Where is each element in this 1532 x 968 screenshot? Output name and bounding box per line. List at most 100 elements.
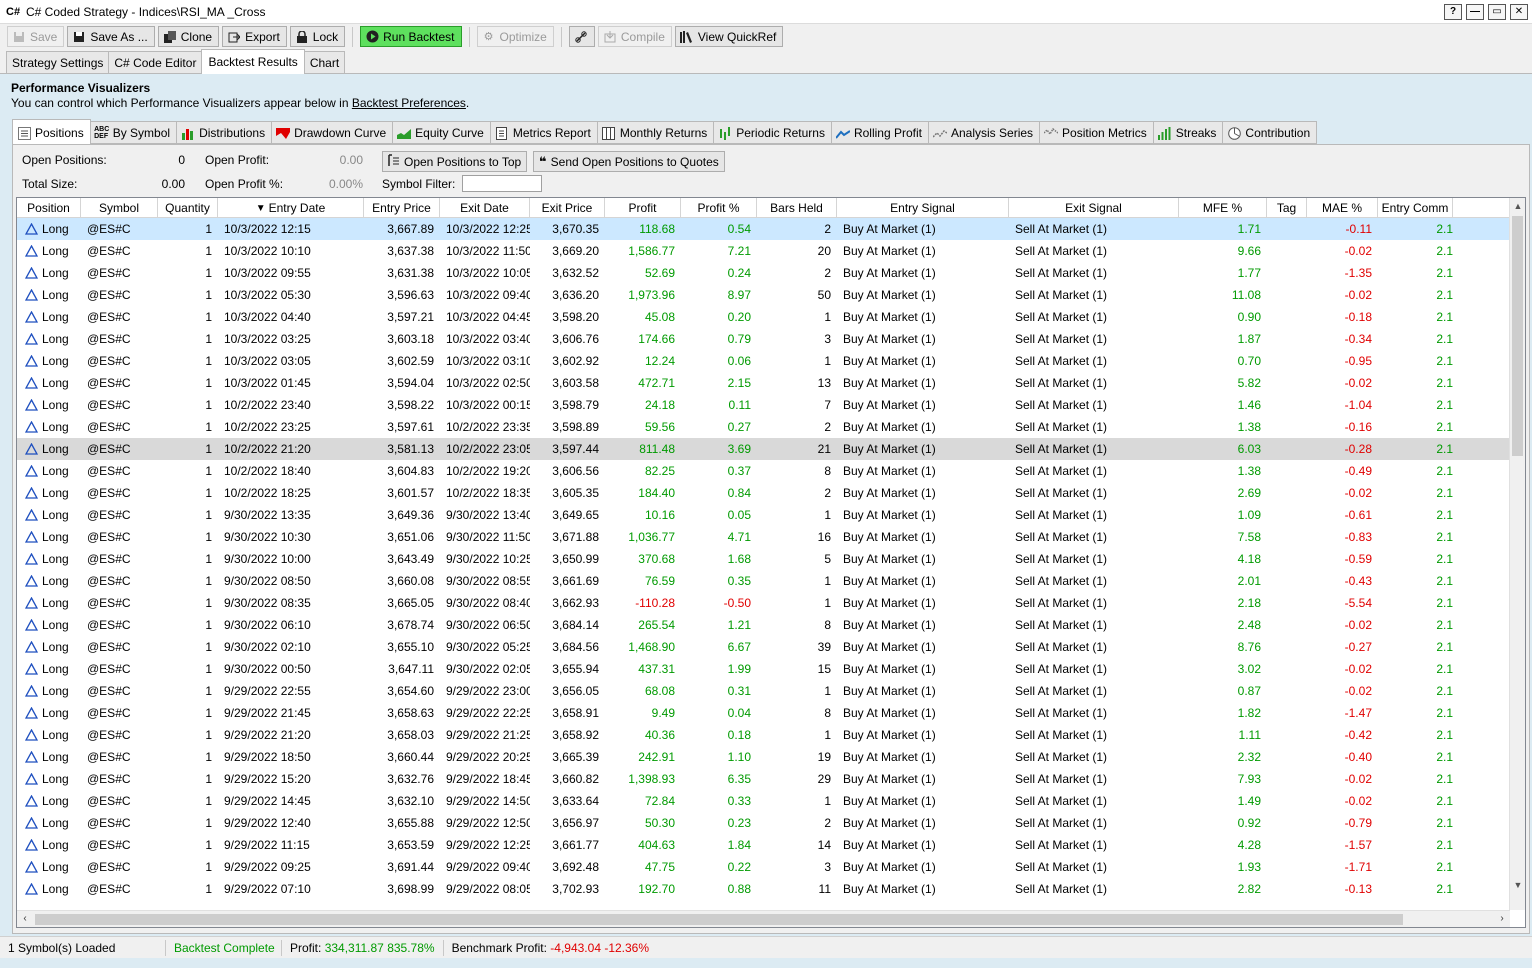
table-row[interactable]: Long @ES#C 1 9/29/2022 14:45 3,632.10 9/29/20… [17, 790, 1510, 812]
column-header-tag[interactable]: Tag [1267, 198, 1307, 218]
backtest-preferences-link[interactable]: Backtest Preferences [352, 96, 466, 110]
column-header-profit-pct[interactable]: Profit % [681, 198, 757, 218]
column-header-entry-comm[interactable]: Entry Comm [1378, 198, 1453, 218]
column-header-entry-price[interactable]: Entry Price [364, 198, 440, 218]
tab-distributions[interactable]: Distributions [176, 121, 273, 144]
column-header-exit-signal[interactable]: Exit Signal [1009, 198, 1179, 218]
table-row[interactable]: Long @ES#C 1 9/30/2022 00:50 3,647.11 9/30/20… [17, 658, 1510, 680]
compile-button[interactable]: Compile [597, 26, 672, 47]
table-row[interactable]: Long @ES#C 1 10/2/2022 21:20 3,581.13 10/2/20… [17, 438, 1510, 460]
table-row[interactable]: Long @ES#C 1 10/2/2022 18:40 3,604.83 10/2/20… [17, 460, 1510, 482]
cell-exit-price: 3,655.94 [552, 662, 599, 676]
table-row[interactable]: Long @ES#C 1 9/30/2022 13:35 3,649.36 9/30/20… [17, 504, 1510, 526]
column-header-exit-price[interactable]: Exit Price [530, 198, 605, 218]
table-row[interactable]: Long @ES#C 1 10/2/2022 23:25 3,597.61 10/2/20… [17, 416, 1510, 438]
tab-analysis-series[interactable]: Analysis Series [928, 121, 1041, 144]
table-row[interactable]: Long @ES#C 1 10/3/2022 12:15 3,667.89 10/3/20… [17, 218, 1510, 240]
lock-button[interactable]: Lock [289, 26, 346, 47]
table-row[interactable]: Long @ES#C 1 10/3/2022 09:55 3,631.38 10/3/20… [17, 262, 1510, 284]
table-row[interactable]: Long @ES#C 1 10/3/2022 04:40 3,597.21 10/3/20… [17, 306, 1510, 328]
tab-periodic-returns[interactable]: Periodic Returns [713, 121, 832, 144]
export-button[interactable]: Export [222, 26, 287, 47]
table-row[interactable]: Long @ES#C 1 9/29/2022 21:20 3,658.03 9/29/20… [17, 724, 1510, 746]
clone-button[interactable]: Clone [157, 26, 220, 47]
column-header-profit[interactable]: Profit [605, 198, 681, 218]
close-button[interactable]: ✕ [1510, 4, 1528, 20]
vertical-scroll-thumb[interactable] [1512, 216, 1523, 456]
scroll-left-icon[interactable]: ‹ [17, 911, 33, 927]
table-row[interactable]: Long @ES#C 1 10/3/2022 03:25 3,603.18 10/3/20… [17, 328, 1510, 350]
cell-bars-held: 7 [824, 398, 831, 412]
table-row[interactable]: Long @ES#C 1 9/29/2022 21:45 3,658.63 9/29/20… [17, 702, 1510, 724]
table-row[interactable]: Long @ES#C 1 9/29/2022 18:50 3,660.44 9/29/20… [17, 746, 1510, 768]
tab-monthly-returns[interactable]: Monthly Returns [596, 121, 715, 144]
table-row[interactable]: Long @ES#C 1 9/30/2022 06:10 3,678.74 9/30/20… [17, 614, 1510, 636]
minimize-button[interactable]: — [1466, 4, 1484, 20]
horizontal-scroll-thumb[interactable] [35, 914, 1403, 925]
horizontal-scrollbar[interactable]: ‹ › [17, 910, 1510, 927]
tab-rolling-profit[interactable]: Rolling Profit [830, 121, 929, 144]
column-header-entry-date[interactable]: ▼ Entry Date [218, 198, 364, 218]
tab-streaks[interactable]: Streaks [1152, 121, 1224, 144]
send-to-quotes-button[interactable]: ❝ Send Open Positions to Quotes [533, 151, 725, 172]
optimize-button[interactable]: ⚙ Optimize [476, 26, 554, 47]
table-row[interactable]: Long @ES#C 1 9/29/2022 09:25 3,691.44 9/29/20… [17, 856, 1510, 878]
save-as-button[interactable]: Save As ... [67, 26, 155, 47]
cell-mae-pct: -0.02 [1344, 288, 1372, 302]
scroll-up-icon[interactable]: ▲ [1510, 198, 1525, 214]
cell-exit-signal: Sell At Market (1) [1015, 816, 1108, 830]
table-row[interactable]: Long @ES#C 1 10/2/2022 18:25 3,601.57 10/2/20… [17, 482, 1510, 504]
table-row[interactable]: Long @ES#C 1 9/30/2022 08:50 3,660.08 9/30/20… [17, 570, 1510, 592]
column-header-bars-held[interactable]: Bars Held [757, 198, 837, 218]
table-row[interactable]: Long @ES#C 1 9/30/2022 10:30 3,651.06 9/30/20… [17, 526, 1510, 548]
table-row[interactable]: Long @ES#C 1 9/29/2022 11:15 3,653.59 9/29/20… [17, 834, 1510, 856]
cell-profit: 192.70 [638, 882, 675, 896]
maximize-button[interactable]: ▭ [1488, 4, 1506, 20]
table-row[interactable]: Long @ES#C 1 9/29/2022 12:40 3,655.88 9/29/20… [17, 812, 1510, 834]
help-button[interactable]: ? [1444, 4, 1462, 20]
tab-strategy-settings[interactable]: Strategy Settings [6, 51, 110, 73]
table-row[interactable]: Long @ES#C 1 10/3/2022 10:10 3,637.38 10/3/20… [17, 240, 1510, 262]
run-backtest-button[interactable]: Run Backtest [360, 26, 462, 47]
tab-metrics-report[interactable]: Metrics Report [489, 121, 598, 144]
column-header-quantity[interactable]: Quantity [158, 198, 218, 218]
table-row[interactable]: Long @ES#C 1 10/3/2022 03:05 3,602.59 10/3/20… [17, 350, 1510, 372]
table-row[interactable]: Long @ES#C 1 10/3/2022 05:30 3,596.63 10/3/20… [17, 284, 1510, 306]
scroll-down-icon[interactable]: ▼ [1510, 877, 1525, 893]
table-row[interactable]: Long @ES#C 1 9/30/2022 02:10 3,655.10 9/30/20… [17, 636, 1510, 658]
column-header-symbol[interactable]: Symbol [81, 198, 158, 218]
table-row[interactable]: Long @ES#C 1 10/3/2022 01:45 3,594.04 10/3/20… [17, 372, 1510, 394]
tab-by-symbol[interactable]: ABC DEF By Symbol [89, 121, 178, 144]
table-row[interactable]: Long @ES#C 1 9/29/2022 07:10 3,698.99 9/29/20… [17, 878, 1510, 900]
cell-bars-held: 19 [817, 750, 831, 764]
column-header-entry-signal[interactable]: Entry Signal [837, 198, 1009, 218]
long-triangle-icon [25, 751, 38, 763]
link-button[interactable] [568, 26, 595, 47]
column-header-mae-pct[interactable]: MAE % [1307, 198, 1378, 218]
tab-positions[interactable]: Positions [12, 119, 91, 145]
table-row[interactable]: Long @ES#C 1 9/30/2022 08:35 3,665.05 9/30/20… [17, 592, 1510, 614]
cell-quantity: 1 [205, 838, 212, 852]
table-row[interactable]: Long @ES#C 1 9/29/2022 15:20 3,632.76 9/29/20… [17, 768, 1510, 790]
tab-chart[interactable]: Chart [303, 51, 346, 73]
vertical-scrollbar[interactable]: ▲ ▼ [1509, 198, 1525, 910]
tab-position-metrics[interactable]: Position Metrics [1039, 121, 1154, 144]
table-row[interactable]: Long @ES#C 1 10/2/2022 23:40 3,598.22 10/3/20… [17, 394, 1510, 416]
save-button[interactable]: Save [7, 26, 65, 47]
tab-backtest-results[interactable]: Backtest Results [201, 49, 305, 74]
cell-profit-pct: 0.33 [727, 794, 751, 808]
open-positions-to-top-button[interactable]: Open Positions to Top [382, 151, 528, 172]
scroll-right-icon[interactable]: › [1494, 911, 1510, 927]
tab-contribution[interactable]: Contribution [1222, 121, 1318, 144]
column-header-exit-date[interactable]: Exit Date [440, 198, 530, 218]
column-header-position[interactable]: Position [17, 198, 81, 218]
tab-drawdown-curve[interactable]: Drawdown Curve [271, 121, 394, 144]
column-header-mfe-pct[interactable]: MFE % [1179, 198, 1267, 218]
table-row[interactable]: Long @ES#C 1 9/29/2022 22:55 3,654.60 9/29/20… [17, 680, 1510, 702]
tab-equity-curve[interactable]: Equity Curve [392, 121, 491, 144]
table-row[interactable]: Long @ES#C 1 9/30/2022 10:00 3,643.49 9/30/20… [17, 548, 1510, 570]
symbol-filter-input[interactable] [462, 175, 542, 192]
view-quickref-button[interactable]: View QuickRef [674, 26, 784, 47]
tab-code-editor[interactable]: C# Code Editor [108, 51, 203, 73]
cell-bars-held: 8 [824, 706, 831, 720]
